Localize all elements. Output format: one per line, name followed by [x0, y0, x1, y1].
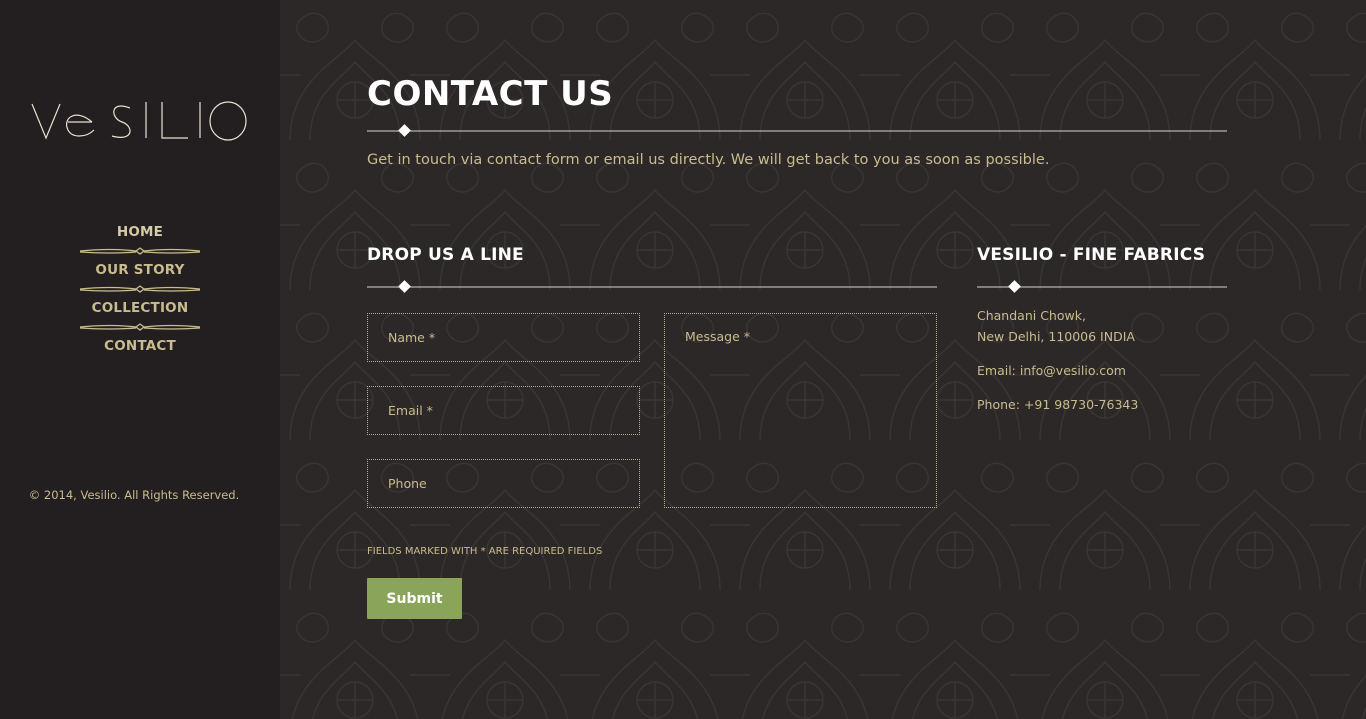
nav-our-story[interactable]: OUR STORY: [80, 260, 200, 280]
address-line-1: Chandani Chowk,: [977, 308, 1086, 323]
nav-contact[interactable]: CONTACT: [80, 336, 200, 356]
ornament-divider: [80, 247, 200, 255]
ornament-divider: [80, 285, 200, 293]
submit-button[interactable]: Submit: [367, 578, 462, 619]
sidebar: HOME OUR STORY COLLECTION CONTACT © 2014…: [0, 0, 280, 719]
main-nav: HOME OUR STORY COLLECTION CONTACT: [80, 222, 200, 356]
vesilio-logo[interactable]: [30, 96, 250, 146]
required-fields-note: FIELDS MARKED WITH * ARE REQUIRED FIELDS: [367, 546, 603, 557]
ornament-divider: [80, 323, 200, 331]
form-heading-divider: [367, 280, 937, 293]
email-input[interactable]: [367, 386, 640, 435]
phone-info: Phone: +91 98730-76343: [977, 397, 1139, 412]
info-heading-divider: [977, 280, 1227, 293]
page-title: CONTACT US: [367, 74, 614, 114]
form-heading: DROP US A LINE: [367, 245, 524, 265]
phone-input[interactable]: [367, 459, 640, 508]
address-line-2: New Delhi, 110006 INDIA: [977, 329, 1135, 344]
nav-home[interactable]: HOME: [80, 222, 200, 242]
name-input[interactable]: [367, 313, 640, 362]
intro-text: Get in touch via contact form or email u…: [367, 152, 1050, 168]
nav-collection[interactable]: COLLECTION: [80, 298, 200, 318]
copyright-text: © 2014, Vesilio. All Rights Reserved.: [28, 487, 240, 502]
message-textarea[interactable]: [664, 313, 937, 508]
title-divider: [367, 124, 1227, 137]
info-heading: VESILIO - FINE FABRICS: [977, 245, 1206, 265]
email-info[interactable]: Email: info@vesilio.com: [977, 363, 1126, 378]
main-content: CONTACT US Get in touch via contact form…: [280, 0, 1366, 719]
